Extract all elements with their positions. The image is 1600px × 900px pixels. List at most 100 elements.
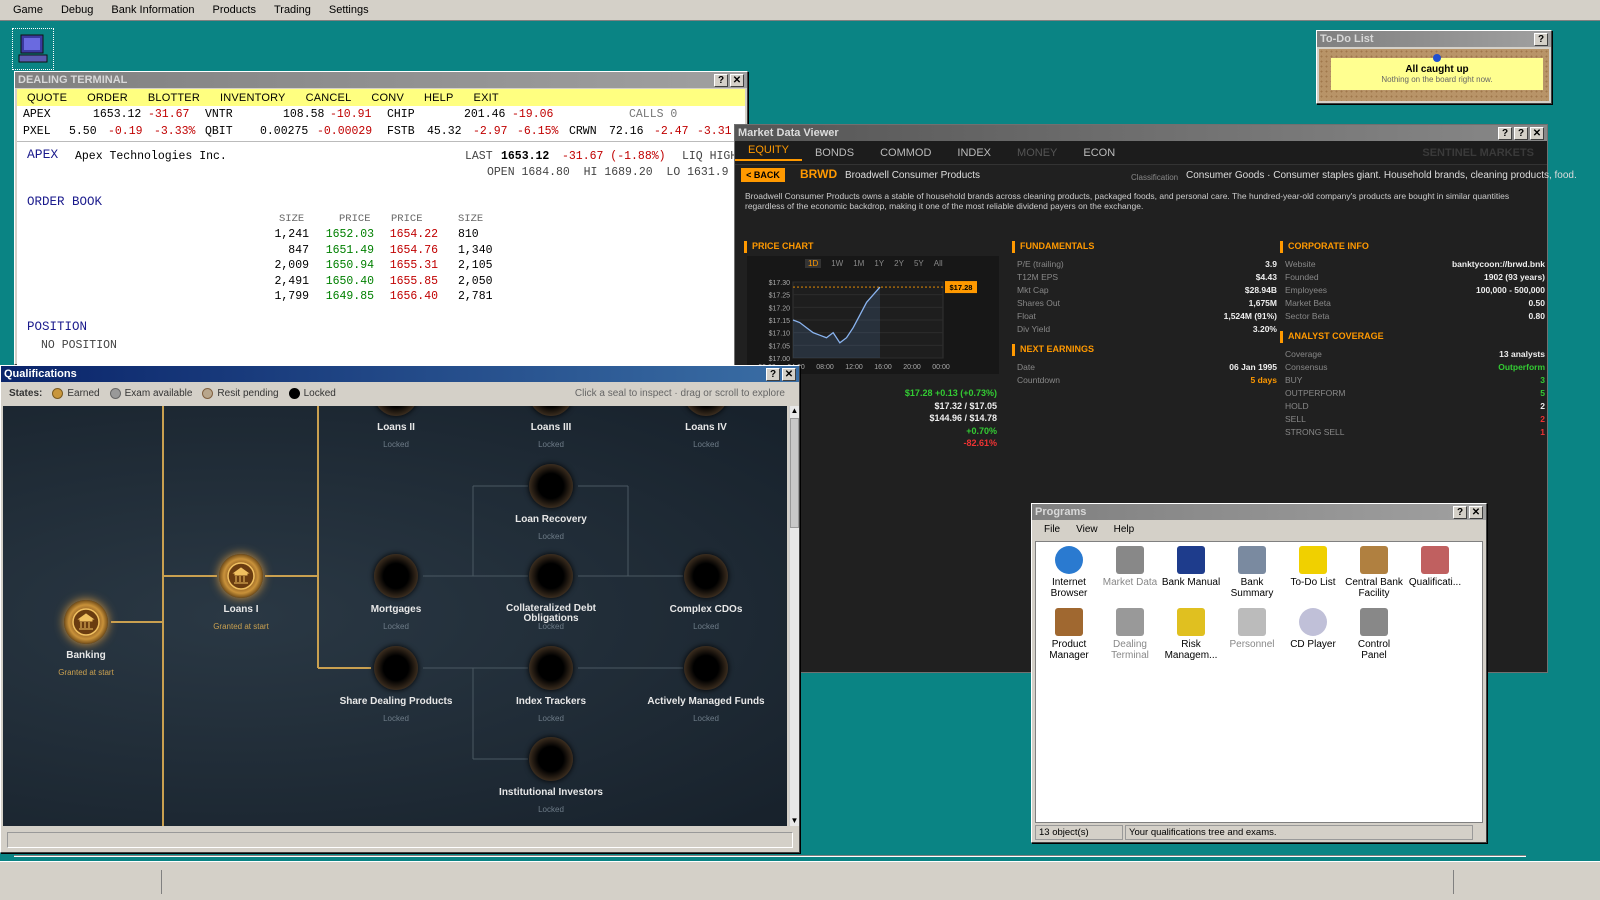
todo-titlebar[interactable]: To-Do List ? bbox=[1317, 31, 1551, 47]
price-chart[interactable]: $17.30 $17.25 $17.20 $17.15 $17.10 $17.05 $17.… bbox=[747, 272, 999, 374]
help-button[interactable]: ? bbox=[1514, 126, 1528, 140]
qualification-seal[interactable] bbox=[529, 464, 573, 508]
qualification-seal[interactable] bbox=[64, 600, 108, 644]
scroll-thumb[interactable] bbox=[790, 418, 799, 528]
order-book-cell[interactable]: 2,491 bbox=[249, 275, 309, 288]
order-book-cell[interactable]: 1656.40 bbox=[378, 290, 438, 303]
order-book-cell[interactable]: 1655.85 bbox=[378, 275, 438, 288]
qualification-seal[interactable] bbox=[374, 554, 418, 598]
tab-bonds[interactable]: BONDS bbox=[802, 147, 867, 159]
range-all[interactable]: All bbox=[934, 259, 943, 268]
order-book-cell[interactable]: 1655.31 bbox=[378, 259, 438, 272]
order-book-cell[interactable]: 1,241 bbox=[249, 228, 309, 241]
tab-money[interactable]: MONEY bbox=[1004, 147, 1070, 159]
qualification-seal[interactable] bbox=[529, 646, 573, 690]
menu-game[interactable]: Game bbox=[4, 4, 52, 16]
back-button[interactable]: < BACK bbox=[741, 168, 785, 182]
qualification-seal[interactable] bbox=[529, 737, 573, 781]
dt-menu-cancel[interactable]: CANCEL bbox=[296, 92, 362, 104]
order-book-cell[interactable]: 2,050 bbox=[458, 275, 518, 288]
taskbar-slot[interactable] bbox=[4, 870, 162, 894]
dt-menu-exit[interactable]: EXIT bbox=[464, 92, 509, 104]
close-button[interactable]: ✕ bbox=[1530, 126, 1544, 140]
program-qualificati[interactable]: Qualificati... bbox=[1405, 546, 1465, 588]
help-button[interactable]: ? bbox=[1498, 126, 1512, 140]
order-book-cell[interactable]: 847 bbox=[249, 244, 309, 257]
programs-titlebar[interactable]: Programs ? ✕ bbox=[1032, 504, 1486, 520]
order-book-cell[interactable]: 1649.85 bbox=[314, 290, 374, 303]
program-bank-manual[interactable]: Bank Manual bbox=[1161, 546, 1221, 588]
program-internet-browser[interactable]: Internet Browser bbox=[1039, 546, 1099, 599]
range-1m[interactable]: 1M bbox=[853, 259, 864, 268]
taskbar-slot[interactable] bbox=[164, 870, 1454, 894]
qualifications-tree[interactable]: Loans II Locked Loans III Locked Loans IV Loc… bbox=[3, 406, 787, 826]
tab-equity[interactable]: EQUITY bbox=[735, 144, 802, 161]
desktop-computer-icon[interactable] bbox=[12, 28, 54, 70]
program-market-data[interactable]: Market Data bbox=[1100, 546, 1160, 588]
menu-trading[interactable]: Trading bbox=[265, 4, 320, 16]
help-button[interactable]: ? bbox=[766, 367, 780, 381]
range-5y[interactable]: 5Y bbox=[914, 259, 924, 268]
order-book-cell[interactable]: 810 bbox=[458, 228, 518, 241]
ticker-symbol[interactable]: CRWN bbox=[569, 125, 597, 138]
menu-help[interactable]: Help bbox=[1106, 524, 1143, 535]
help-button[interactable]: ? bbox=[714, 73, 728, 87]
order-book-cell[interactable]: 1651.49 bbox=[314, 244, 374, 257]
qualification-seal[interactable] bbox=[684, 646, 728, 690]
sticky-note[interactable]: All caught up Nothing on the board right… bbox=[1331, 54, 1543, 90]
qualification-seal[interactable] bbox=[529, 554, 573, 598]
menu-bank-information[interactable]: Bank Information bbox=[102, 4, 203, 16]
order-book-cell[interactable]: 1650.94 bbox=[314, 259, 374, 272]
scroll-down-icon[interactable]: ▼ bbox=[790, 816, 799, 826]
dt-menu-blotter[interactable]: BLOTTER bbox=[138, 92, 210, 104]
order-book-cell[interactable]: 1652.03 bbox=[314, 228, 374, 241]
order-book-cell[interactable]: 1,340 bbox=[458, 244, 518, 257]
range-1y[interactable]: 1Y bbox=[874, 259, 884, 268]
qualification-seal[interactable] bbox=[219, 554, 263, 598]
order-book-cell[interactable]: 1650.40 bbox=[314, 275, 374, 288]
tab-commod[interactable]: COMMOD bbox=[867, 147, 944, 159]
close-button[interactable]: ✕ bbox=[782, 367, 796, 381]
menu-file[interactable]: File bbox=[1036, 524, 1068, 535]
dt-menu-quote[interactable]: QUOTE bbox=[17, 92, 77, 104]
dealing-titlebar[interactable]: DEALING TERMINAL ? ✕ bbox=[15, 72, 747, 88]
order-book-cell[interactable]: 1654.76 bbox=[378, 244, 438, 257]
menu-debug[interactable]: Debug bbox=[52, 4, 102, 16]
tab-index[interactable]: INDEX bbox=[944, 147, 1004, 159]
program-product-manager[interactable]: Product Manager bbox=[1039, 608, 1099, 661]
ticker-symbol[interactable]: CHIP bbox=[387, 108, 415, 121]
mdv-titlebar[interactable]: Market Data Viewer ? ? ✕ bbox=[735, 125, 1547, 141]
program-control-panel[interactable]: Control Panel bbox=[1344, 608, 1404, 661]
order-book-cell[interactable]: 2,105 bbox=[458, 259, 518, 272]
order-book-cell[interactable]: 2,009 bbox=[249, 259, 309, 272]
range-2y[interactable]: 2Y bbox=[894, 259, 904, 268]
menu-view[interactable]: View bbox=[1068, 524, 1106, 535]
order-book-cell[interactable]: 2,781 bbox=[458, 290, 518, 303]
program-dealing-terminal[interactable]: Dealing Terminal bbox=[1100, 608, 1160, 661]
qual-titlebar[interactable]: Qualifications ? ✕ bbox=[1, 366, 799, 382]
program-personnel[interactable]: Personnel bbox=[1222, 608, 1282, 650]
program-to-do-list[interactable]: To-Do List bbox=[1283, 546, 1343, 588]
ticker-symbol[interactable]: APEX bbox=[23, 108, 51, 121]
program-cd-player[interactable]: CD Player bbox=[1283, 608, 1343, 650]
dt-menu-help[interactable]: HELP bbox=[414, 92, 464, 104]
tab-econ[interactable]: ECON bbox=[1070, 147, 1128, 159]
ticker-symbol[interactable]: QBIT bbox=[205, 125, 233, 138]
dt-menu-conv[interactable]: CONV bbox=[361, 92, 414, 104]
close-button[interactable]: ✕ bbox=[1469, 505, 1483, 519]
ticker-symbol[interactable]: VNTR bbox=[205, 108, 233, 121]
order-book-cell[interactable]: 1654.22 bbox=[378, 228, 438, 241]
help-button[interactable]: ? bbox=[1534, 32, 1548, 46]
ticker-symbol[interactable]: FSTB bbox=[387, 125, 415, 138]
qualification-seal[interactable] bbox=[684, 554, 728, 598]
program-central-bank-facility[interactable]: Central Bank Facility bbox=[1344, 546, 1404, 599]
order-book-cell[interactable]: 1,799 bbox=[249, 290, 309, 303]
ticker-symbol[interactable]: PXEL bbox=[23, 125, 51, 138]
scroll-up-icon[interactable]: ▲ bbox=[790, 406, 799, 416]
close-button[interactable]: ✕ bbox=[730, 73, 744, 87]
range-1w[interactable]: 1W bbox=[831, 259, 843, 268]
dt-menu-order[interactable]: ORDER bbox=[77, 92, 138, 104]
qualification-seal[interactable] bbox=[374, 646, 418, 690]
help-button[interactable]: ? bbox=[1453, 505, 1467, 519]
dt-menu-inventory[interactable]: INVENTORY bbox=[210, 92, 296, 104]
